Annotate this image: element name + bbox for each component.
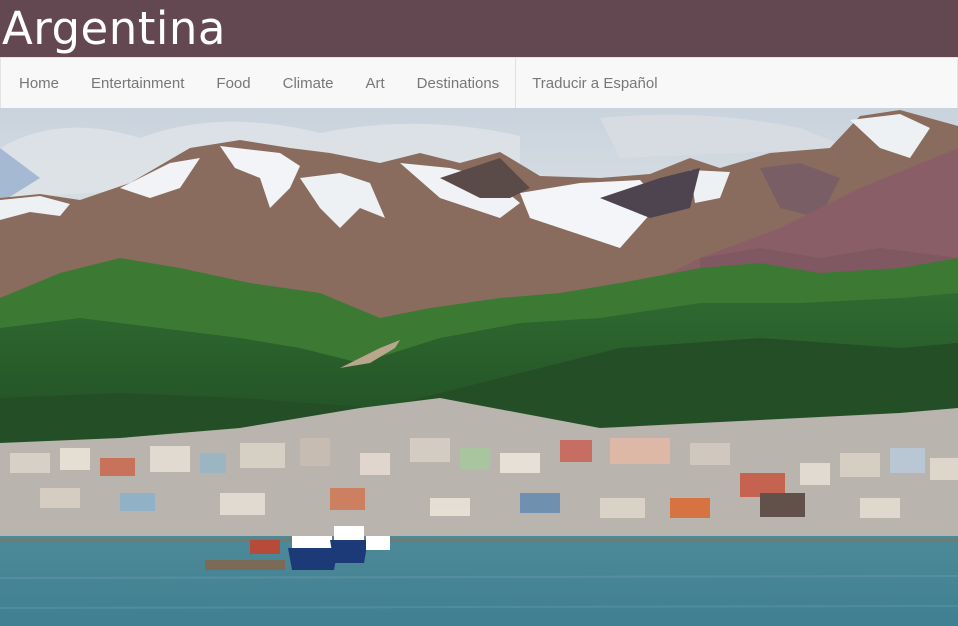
nav-item-food[interactable]: Food — [200, 58, 266, 108]
site-title: Argentina — [2, 2, 227, 55]
nav-translate-section: Traducir a Español — [515, 58, 673, 108]
nav-item-home[interactable]: Home — [3, 58, 75, 108]
nav-item-art[interactable]: Art — [349, 58, 400, 108]
nav-item-climate[interactable]: Climate — [267, 58, 350, 108]
nav-item-destinations[interactable]: Destinations — [401, 58, 516, 108]
translate-link[interactable]: Traducir a Español — [516, 58, 673, 108]
nav-item-entertainment[interactable]: Entertainment — [75, 58, 200, 108]
site-header: Argentina — [0, 0, 958, 57]
nav-menu: Home Entertainment Food Climate Art Dest… — [1, 58, 515, 108]
ushuaia-landscape-photo — [0, 108, 958, 626]
main-navbar: Home Entertainment Food Climate Art Dest… — [0, 57, 958, 109]
hero-image — [0, 108, 958, 626]
